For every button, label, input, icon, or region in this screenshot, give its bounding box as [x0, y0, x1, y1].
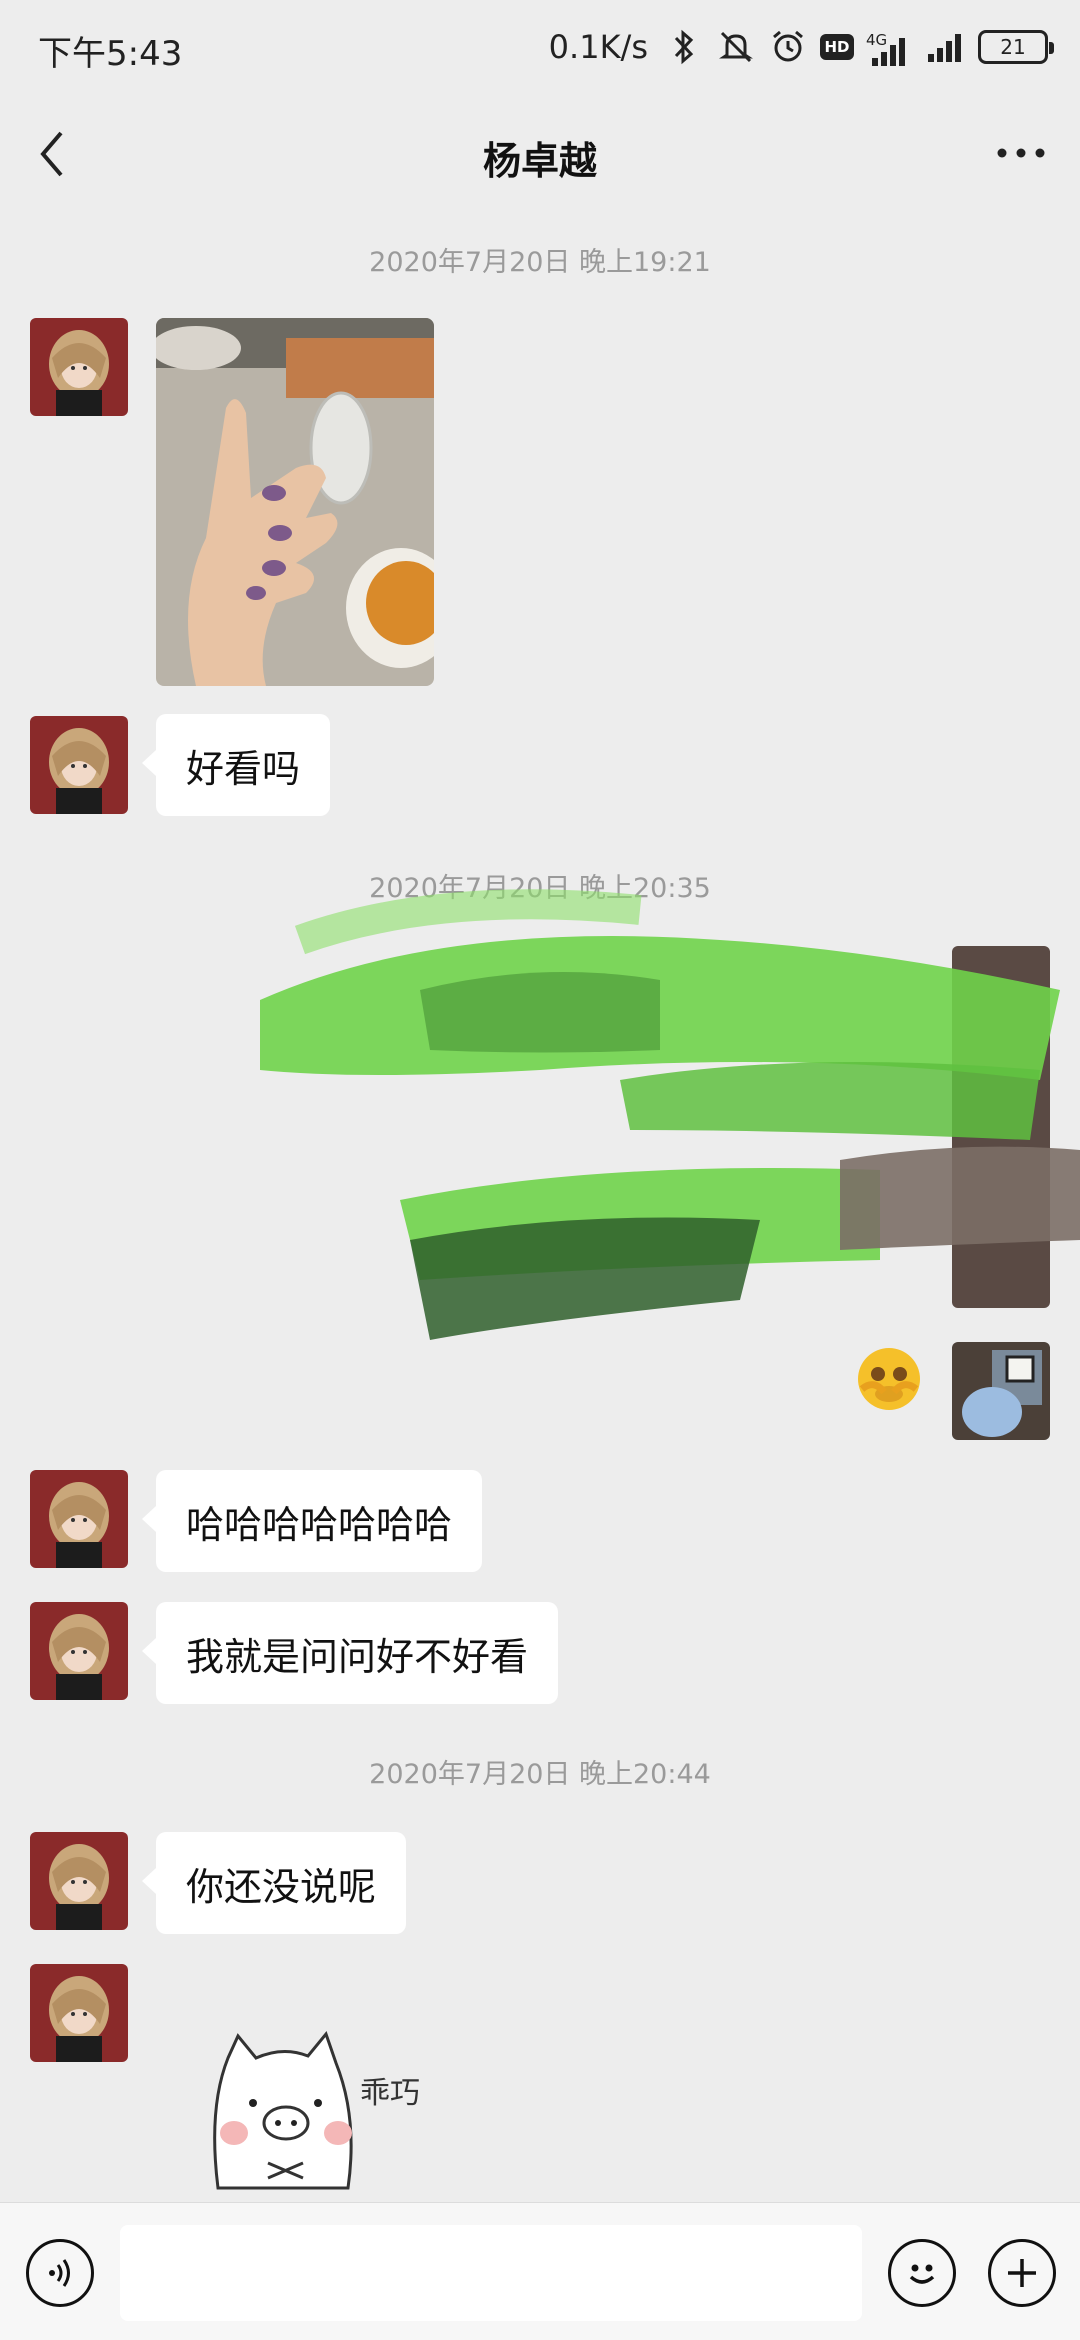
avatar[interactable]: [30, 1964, 128, 2062]
mute-bell-icon: [716, 27, 756, 67]
hd-icon: HD: [820, 34, 854, 60]
timestamp: 2020年7月20日 晚上20:44: [369, 1759, 711, 1790]
alarm-icon: [768, 27, 808, 67]
emoji-sticker[interactable]: [854, 1344, 924, 1414]
message-bubble[interactable]: 我就是问问好不好看: [141, 1602, 559, 1704]
signal-icon: [926, 27, 966, 67]
chat-header: 杨卓越: [0, 96, 1080, 214]
pig-sticker[interactable]: 乖巧: [208, 2028, 428, 2200]
status-icons: 0.1K/s HD 4G 21: [548, 22, 1054, 72]
voice-icon: [49, 2259, 70, 2287]
image-message[interactable]: [952, 1342, 1050, 1440]
message-bubble[interactable]: 好看吗: [141, 714, 331, 816]
sticker-text: 乖巧: [360, 2076, 420, 2111]
emoji-button[interactable]: [888, 2239, 956, 2307]
network-speed: 0.1K/s: [548, 28, 648, 66]
status-time: 下午5:43: [38, 34, 183, 74]
network-type: 4G: [866, 31, 888, 49]
message-bubble[interactable]: 你还没说呢: [141, 1832, 407, 1934]
more-button[interactable]: [986, 128, 1056, 178]
chat-title: 杨卓越: [482, 139, 597, 183]
avatar[interactable]: [30, 1602, 128, 1700]
avatar[interactable]: [30, 1470, 128, 1568]
message-input[interactable]: [120, 2225, 862, 2321]
avatar[interactable]: [30, 1832, 128, 1930]
status-bar: 下午5:43 0.1K/s HD 4G 21: [0, 0, 1080, 96]
battery-icon: 21: [978, 30, 1054, 64]
input-bar: [0, 2202, 1080, 2340]
message-bubble[interactable]: 哈哈哈哈哈哈哈: [141, 1470, 483, 1572]
more-dots-icon: [997, 148, 1045, 158]
signal-icon: 4G: [866, 27, 914, 67]
voice-button[interactable]: [26, 2239, 94, 2307]
timestamp: 2020年7月20日 晚上19:21: [369, 247, 711, 278]
redaction-scribble: [240, 880, 1080, 1420]
avatar[interactable]: [30, 716, 128, 814]
image-message[interactable]: [156, 318, 434, 686]
bluetooth-icon: [664, 27, 704, 67]
add-button[interactable]: [988, 2239, 1056, 2307]
avatar[interactable]: [30, 318, 128, 416]
plus-icon: [1008, 2259, 1036, 2287]
emoji-icon: [909, 2264, 935, 2284]
